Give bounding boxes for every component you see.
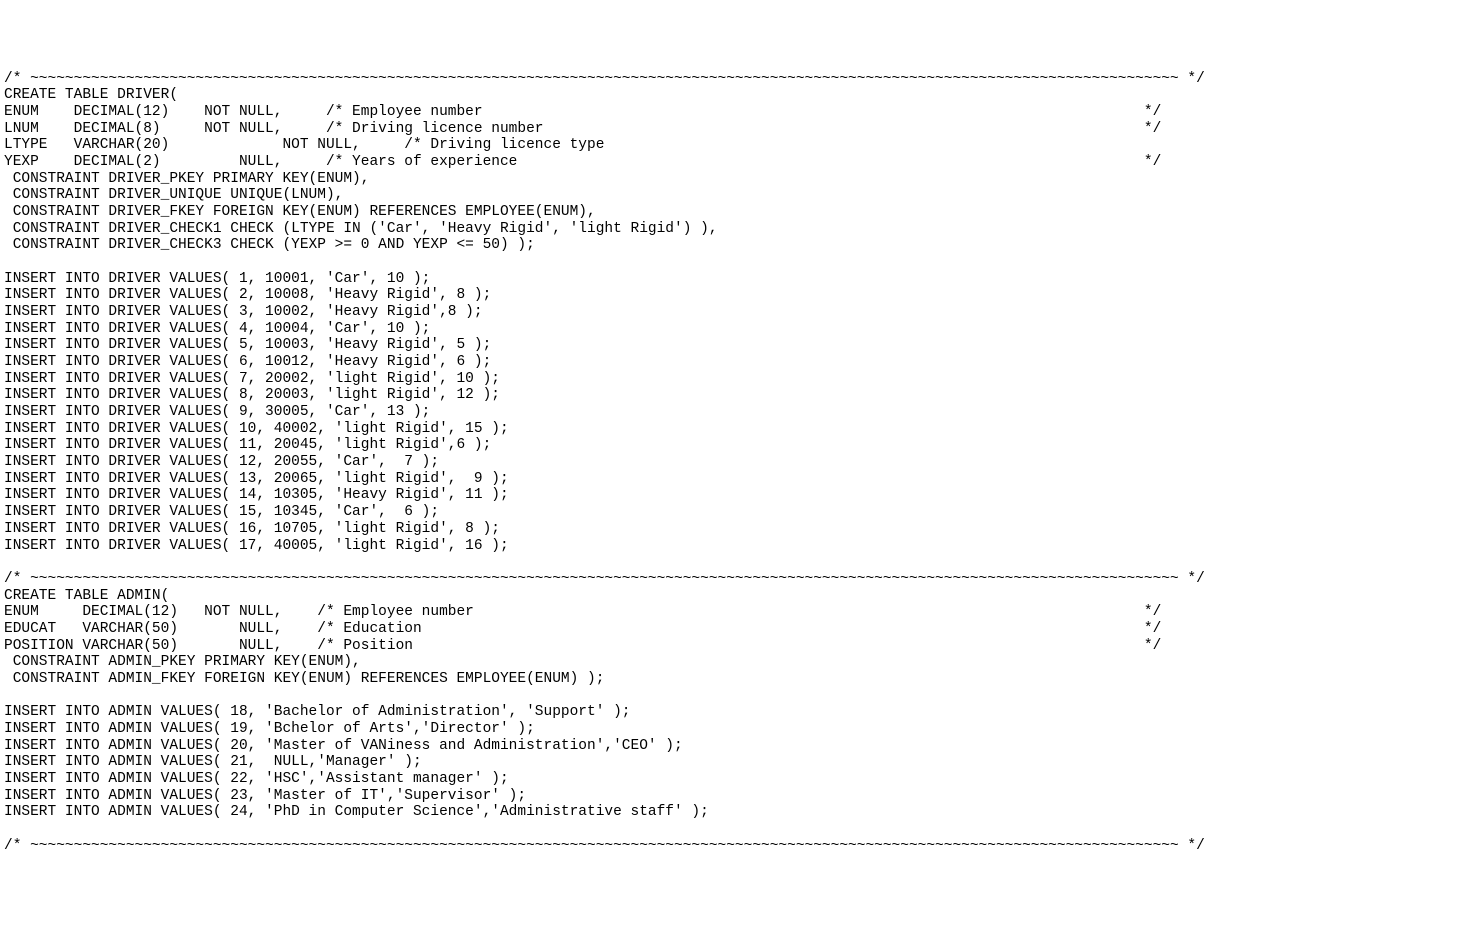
sql-code-block: /* ~~~~~~~~~~~~~~~~~~~~~~~~~~~~~~~~~~~~~… (4, 71, 1453, 855)
